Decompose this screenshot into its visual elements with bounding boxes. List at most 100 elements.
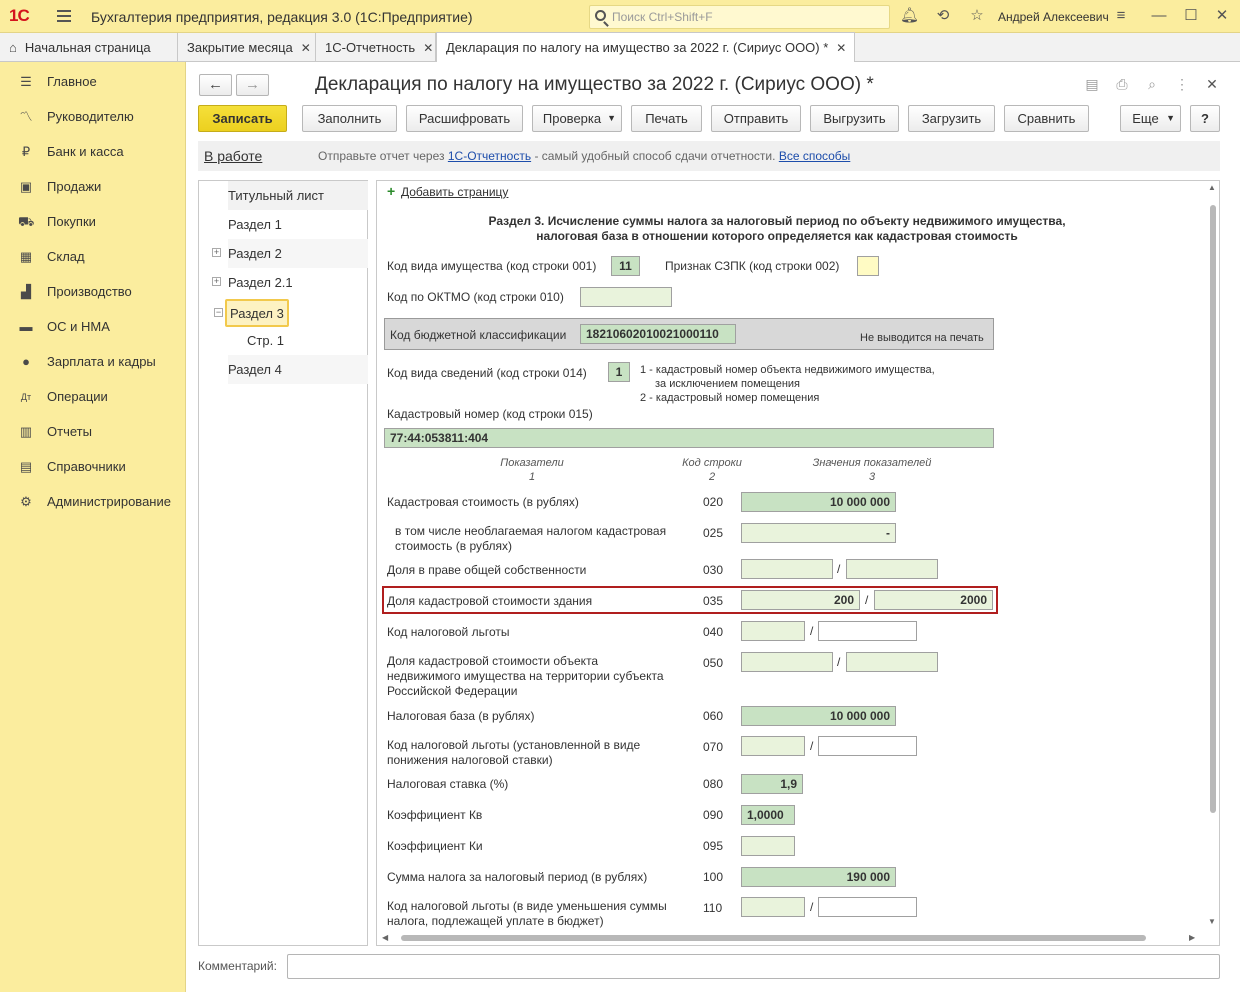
settings-menu-icon[interactable]: ≡	[1112, 7, 1130, 25]
bell-icon[interactable]: 🔔︎	[900, 7, 919, 25]
horizontal-scroll-thumb[interactable]	[401, 935, 1146, 941]
load-button[interactable]: Загрузить	[908, 105, 995, 132]
add-page-link[interactable]: Добавить страницу	[401, 185, 508, 200]
tree-item-title-page[interactable]: Титульный лист	[228, 181, 368, 210]
sidebar-item-assets[interactable]: ▬ ОС и НМА	[0, 310, 186, 345]
reporting-link[interactable]: 1С-Отчетность	[448, 149, 531, 163]
field-040-base[interactable]	[818, 621, 917, 641]
sidebar-item-salary[interactable]: ● Зарплата и кадры	[0, 345, 186, 380]
field-014[interactable]: 1	[608, 362, 630, 382]
tree-item-section-2-1[interactable]: + Раздел 2.1	[212, 268, 293, 297]
field-050-numerator[interactable]	[741, 652, 833, 672]
status-link[interactable]: В работе	[204, 148, 262, 164]
close-tab-icon[interactable]: ✕	[836, 41, 846, 55]
scroll-down-icon[interactable]: ▼	[1208, 917, 1216, 926]
maximize-icon[interactable]: ☐	[1182, 7, 1200, 25]
field-015[interactable]: 77:44:053811:404	[384, 428, 994, 448]
comment-input[interactable]	[287, 954, 1220, 979]
sidebar-item-catalogs[interactable]: ▤ Справочники	[0, 450, 186, 485]
sidebar-item-production[interactable]: ▟ Производство	[0, 275, 186, 310]
field-110-base[interactable]	[818, 897, 917, 917]
field-020[interactable]: 10 000 000	[741, 492, 896, 512]
collapse-icon[interactable]: −	[214, 308, 223, 317]
vertical-scrollbar[interactable]: ▲ ▼	[1206, 181, 1219, 931]
field-090[interactable]: 1,0000	[741, 805, 795, 825]
printer-icon[interactable]: ⎙	[1113, 76, 1131, 94]
star-icon[interactable]: ☆	[968, 7, 986, 25]
field-080[interactable]: 1,9	[741, 774, 803, 794]
save-disk-icon[interactable]: ▤	[1083, 76, 1101, 94]
sidebar-item-main[interactable]: ☰ Главное	[0, 65, 186, 100]
save-button[interactable]: Записать	[198, 105, 287, 132]
scroll-left-icon[interactable]: ◀	[382, 933, 388, 942]
field-030-numerator[interactable]	[741, 559, 833, 579]
horizontal-scrollbar[interactable]: ◀ ▶	[377, 931, 1206, 945]
tree-item-page-1[interactable]: Стр. 1	[247, 326, 284, 355]
field-025[interactable]: -	[741, 523, 896, 543]
code-030: 030	[703, 563, 724, 577]
check-dropdown-button[interactable]: Проверка ▼	[532, 105, 622, 132]
sidebar-item-admin[interactable]: ⚙ Администрирование	[0, 485, 186, 520]
tree-item-section-4[interactable]: Раздел 4	[228, 355, 368, 384]
scroll-right-icon[interactable]: ▶	[1189, 933, 1195, 942]
tree-item-section-2[interactable]: + Раздел 2	[212, 239, 368, 268]
field-050-denominator[interactable]	[846, 652, 938, 672]
sidebar-item-manager[interactable]: 〽 Руководителю	[0, 100, 186, 135]
close-tab-icon[interactable]: ✕	[423, 41, 433, 55]
field-001[interactable]: 11	[611, 256, 640, 276]
fill-button[interactable]: Заполнить	[302, 105, 397, 132]
field-035-numerator[interactable]: 200	[741, 590, 860, 610]
tab-declaration[interactable]: Декларация по налогу на имущество за 202…	[436, 32, 855, 62]
compare-button[interactable]: Сравнить	[1004, 105, 1089, 132]
print-button[interactable]: Печать	[631, 105, 702, 132]
back-button[interactable]: ←	[199, 74, 232, 96]
tab-month-close[interactable]: Закрытие месяца ✕	[178, 33, 316, 62]
sidebar-item-reports[interactable]: ▥ Отчеты	[0, 415, 186, 450]
main-menu-icon[interactable]	[57, 10, 71, 22]
forward-button[interactable]: →	[236, 74, 269, 96]
field-002[interactable]	[857, 256, 879, 276]
global-search-input[interactable]: Поиск Ctrl+Shift+F	[589, 5, 890, 29]
app-logo: 1С	[9, 6, 30, 25]
minimize-icon[interactable]: —	[1150, 7, 1168, 25]
field-100[interactable]: 190 000	[741, 867, 896, 887]
tab-home[interactable]: ⌂ Начальная страница	[0, 33, 178, 62]
field-030-denominator[interactable]	[846, 559, 938, 579]
field-035-denominator[interactable]: 2000	[874, 590, 993, 610]
scroll-up-icon[interactable]: ▲	[1208, 183, 1216, 192]
sidebar-item-purchases[interactable]: ⛟ Покупки	[0, 205, 186, 240]
more-vertical-icon[interactable]: ⋮	[1173, 76, 1191, 94]
all-methods-link[interactable]: Все способы	[779, 149, 851, 163]
warehouse-icon: ▦	[19, 249, 33, 264]
preview-icon[interactable]: ⌕	[1143, 76, 1161, 94]
code-025: 025	[703, 526, 724, 540]
field-095[interactable]	[741, 836, 795, 856]
history-icon[interactable]: ⟲	[934, 7, 952, 25]
more-dropdown-button[interactable]: Еще ▼	[1120, 105, 1181, 132]
sidebar-item-sales[interactable]: ▣ Продажи	[0, 170, 186, 205]
help-button[interactable]: ?	[1190, 105, 1220, 132]
vertical-scroll-thumb[interactable]	[1210, 205, 1216, 813]
close-window-icon[interactable]: ✕	[1213, 7, 1231, 25]
expand-icon[interactable]: +	[212, 248, 221, 257]
unload-button[interactable]: Выгрузить	[810, 105, 899, 132]
sidebar-item-operations[interactable]: Дт Операции	[0, 380, 186, 415]
sidebar-item-warehouse[interactable]: ▦ Склад	[0, 240, 186, 275]
field-070-base[interactable]	[818, 736, 917, 756]
close-tab-icon[interactable]: ✕	[301, 41, 311, 55]
expand-icon[interactable]: +	[212, 277, 221, 286]
tree-item-section-3[interactable]: − Раздел 3	[214, 299, 289, 327]
close-form-icon[interactable]: ✕	[1203, 76, 1221, 94]
tab-reporting[interactable]: 1С-Отчетность ✕	[316, 33, 436, 62]
field-060[interactable]: 10 000 000	[741, 706, 896, 726]
decode-button[interactable]: Расшифровать	[406, 105, 523, 132]
sidebar-item-bank[interactable]: ₽ Банк и касса	[0, 135, 186, 170]
user-name[interactable]: Андрей Алексеевич	[998, 10, 1109, 24]
send-button[interactable]: Отправить	[711, 105, 801, 132]
field-010[interactable]	[580, 287, 672, 307]
field-070-code[interactable]	[741, 736, 805, 756]
tree-item-section-1[interactable]: Раздел 1	[228, 210, 282, 239]
field-110-code[interactable]	[741, 897, 805, 917]
field-040-code[interactable]	[741, 621, 805, 641]
kbk-field[interactable]: 18210602010021000110	[580, 324, 736, 344]
